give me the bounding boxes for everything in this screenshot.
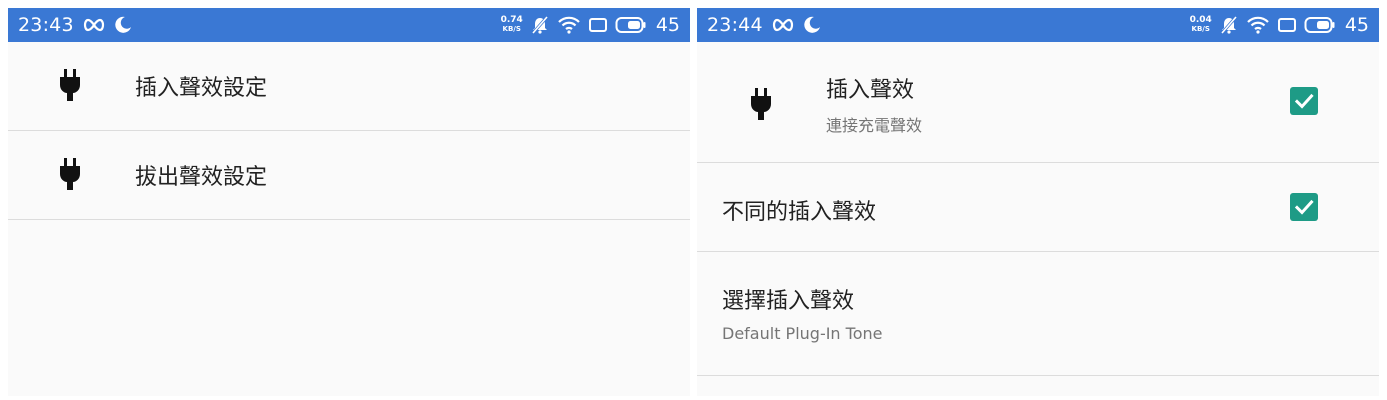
battery-icon: [1304, 16, 1336, 34]
item-title: 選擇插入聲效: [722, 289, 855, 314]
plug-icon: [749, 88, 773, 122]
plug-in-sound-settings-item[interactable]: 插入聲效設定: [8, 42, 690, 131]
battery-level: 45: [1344, 14, 1369, 36]
item-title: 不同的插入聲效: [722, 200, 877, 225]
speed-value: 0.04: [1189, 15, 1212, 25]
plug-icon: [58, 69, 82, 103]
battery-level: 45: [655, 14, 680, 36]
item-summary: 連接充電聲效: [826, 116, 923, 135]
different-plug-in-sound-toggle[interactable]: 不同的插入聲效: [697, 163, 1379, 252]
wifi-icon: [1246, 16, 1270, 34]
speed-unit: KB/S: [502, 25, 521, 33]
plug-in-sound-checkbox[interactable]: [1290, 87, 1318, 115]
moon-icon: [114, 16, 132, 34]
status-bar: 23:44 0.04 KB/S 45: [697, 8, 1379, 42]
different-plug-in-sound-checkbox[interactable]: [1290, 193, 1318, 221]
item-title: 插入聲效: [826, 78, 915, 103]
item-summary: Default Plug-In Tone: [722, 324, 883, 343]
unplug-sound-settings-item[interactable]: 拔出聲效設定: [8, 131, 690, 220]
status-bar: 23:43 0.74 KB/S 45: [8, 8, 690, 42]
silent-bell-icon: [1219, 15, 1239, 35]
plug-icon: [58, 158, 82, 192]
check-icon: [1294, 199, 1314, 215]
plug-in-sound-toggle[interactable]: 插入聲效 連接充電聲效: [697, 42, 1379, 163]
moon-icon: [803, 16, 821, 34]
item-title: 拔出聲效設定: [135, 165, 268, 190]
status-time: 23:43: [18, 14, 74, 36]
battery-icon: [615, 16, 647, 34]
network-speed: 0.74 KB/S: [501, 16, 523, 34]
screen-icon: [1277, 17, 1297, 33]
wifi-icon: [557, 16, 581, 34]
infinity-icon: [82, 18, 106, 32]
status-time: 23:44: [707, 14, 763, 36]
network-speed: 0.04 KB/S: [1190, 16, 1212, 34]
infinity-icon: [771, 18, 795, 32]
silent-bell-icon: [530, 15, 550, 35]
item-title: 插入聲效設定: [135, 76, 268, 101]
plug-sound-settings-screen: 23:43 0.74 KB/S 45 插入聲效設定 拔出聲效設定: [8, 8, 690, 396]
check-icon: [1294, 93, 1314, 109]
speed-unit: KB/S: [1191, 25, 1210, 33]
choose-plug-in-sound-item[interactable]: 選擇插入聲效 Default Plug-In Tone: [697, 252, 1379, 376]
plug-in-sound-screen: 23:44 0.04 KB/S 45 插入聲效 連接充電聲效 不同的插入聲效 選…: [697, 8, 1379, 396]
screen-icon: [588, 17, 608, 33]
speed-value: 0.74: [500, 15, 523, 25]
